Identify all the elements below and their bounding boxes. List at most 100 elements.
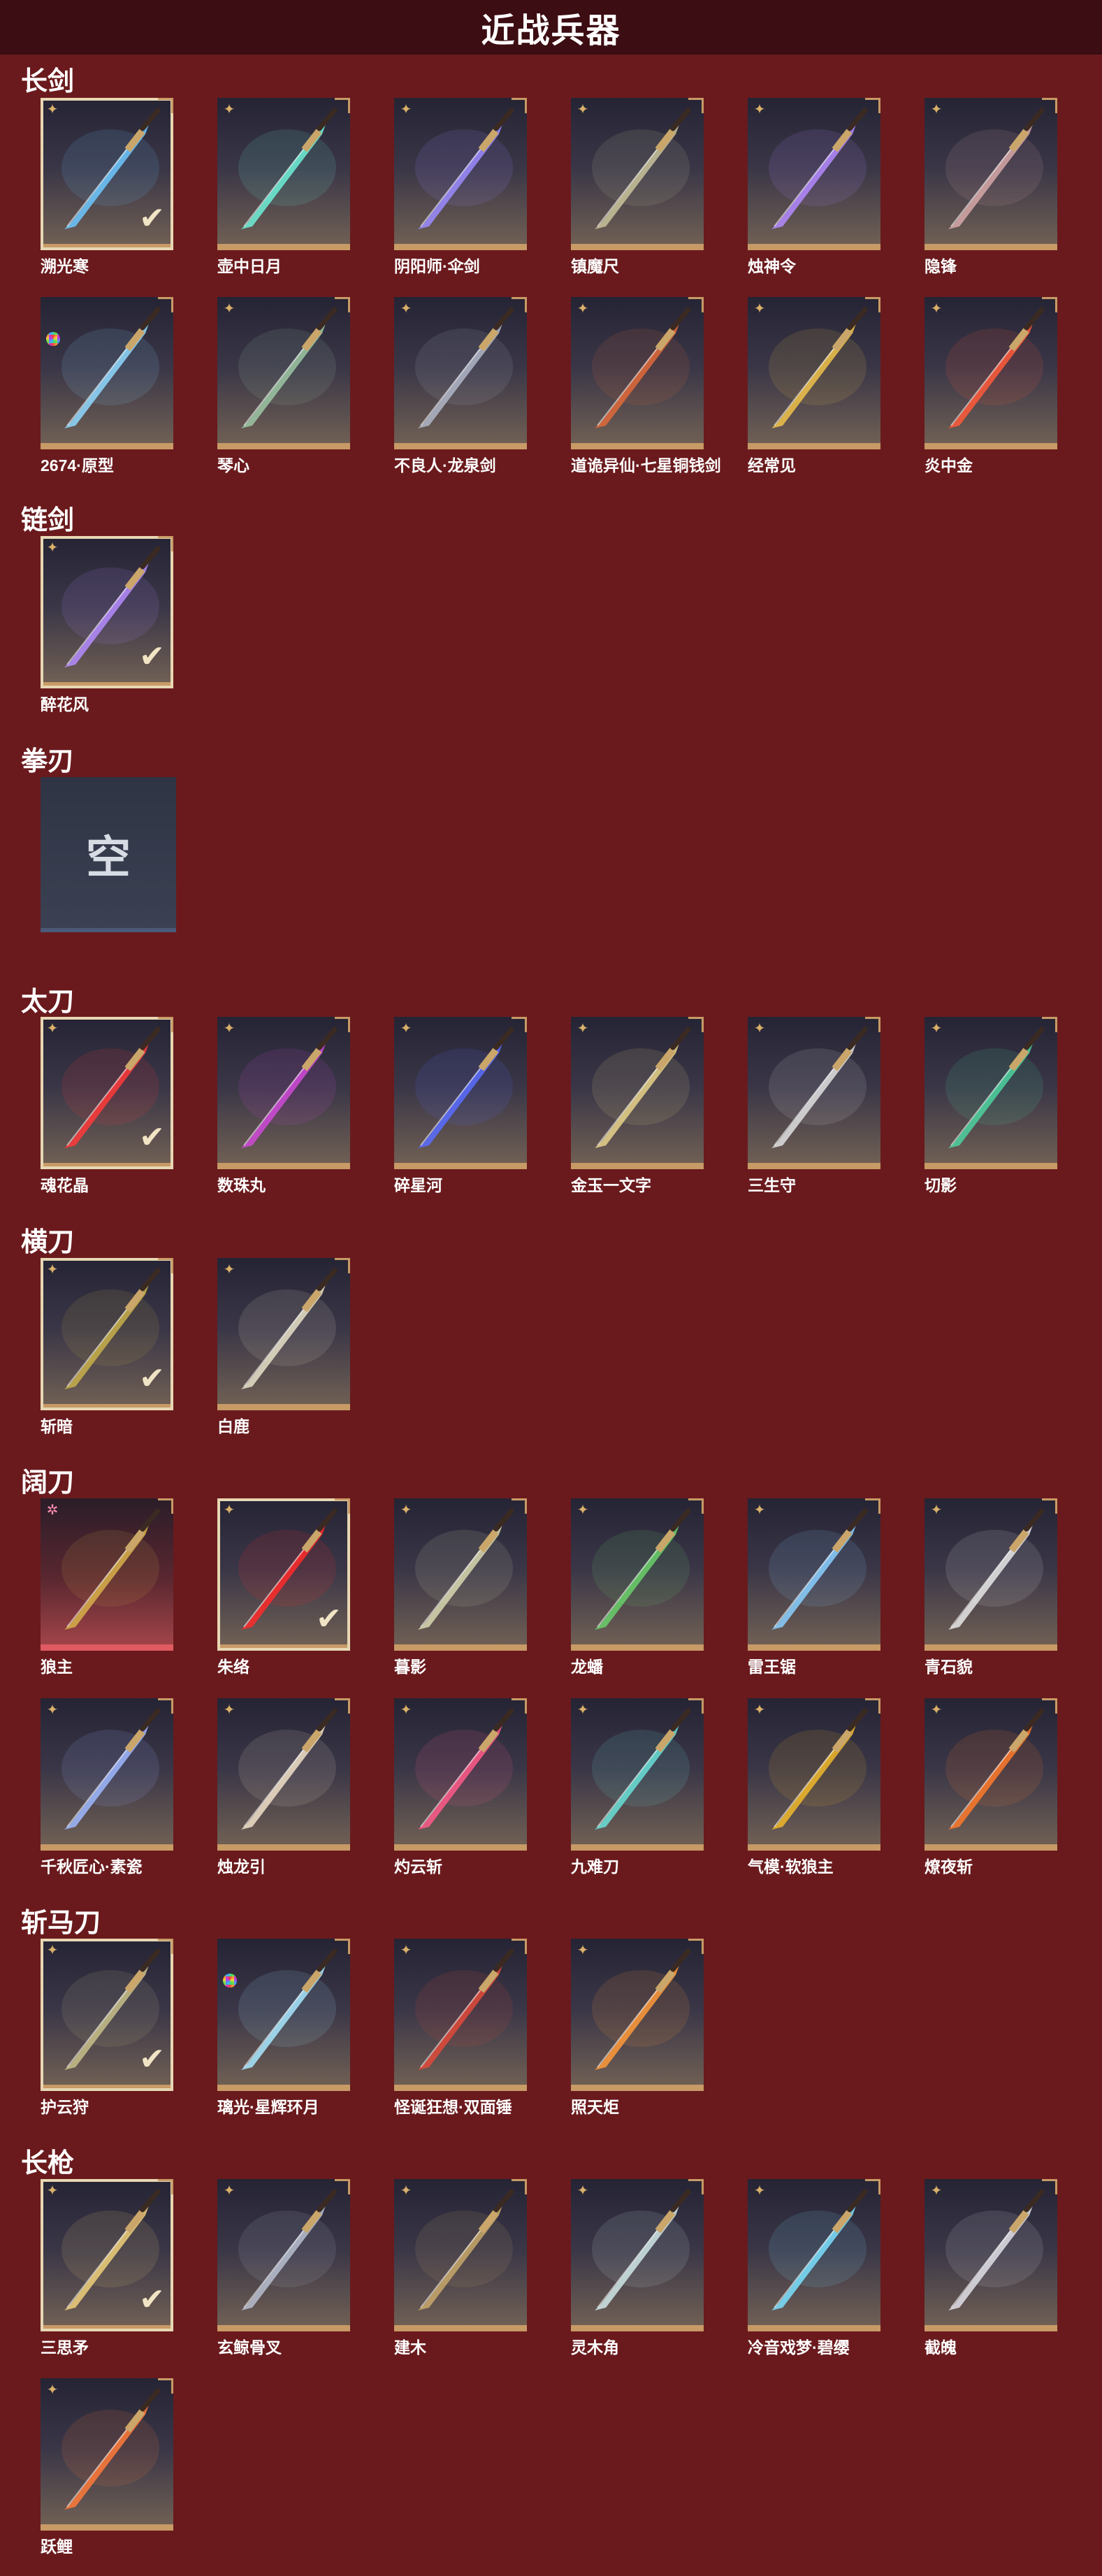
- gold-star-rarity-icon: ✦: [400, 1503, 412, 1518]
- weapon-card[interactable]: ✦ 不良人·龙泉剑: [394, 297, 527, 476]
- weapon-image: [238, 108, 338, 229]
- corner-mark-icon: [158, 1939, 173, 1954]
- equipped-check-icon: ✔: [139, 201, 165, 236]
- corner-mark-icon: [688, 1498, 704, 1514]
- gold-star-rarity-icon: ✦: [46, 540, 59, 556]
- weapon-card[interactable]: ✦ 道诡异仙·七星铜钱剑: [571, 297, 721, 476]
- gold-star-rarity-icon: ✦: [400, 301, 412, 317]
- weapon-thumbnail: ✦: [748, 2179, 880, 2331]
- weapon-card[interactable]: ✦ 龙蟠: [571, 1498, 704, 1677]
- weapon-card[interactable]: ✦ ✔ 朱络: [217, 1498, 350, 1677]
- weapon-name: 2674·原型: [41, 456, 114, 475]
- weapon-card[interactable]: ✦ 照天炬: [571, 1939, 704, 2118]
- weapon-thumbnail: ✦ ✔: [41, 536, 173, 688]
- weapon-card[interactable]: ✦ ✔ 醉花风: [41, 536, 173, 715]
- weapon-card[interactable]: ✦ 烛神令: [748, 98, 880, 277]
- weapon-card[interactable]: ✦ 玄鲸骨叉: [217, 2179, 350, 2358]
- weapon-card[interactable]: ✦ ✔ 魂花晶: [41, 1017, 173, 1196]
- weapon-image: [945, 1708, 1045, 1830]
- weapon-card[interactable]: ✦ 切影: [925, 1017, 1057, 1196]
- weapon-name: 护云狩: [41, 2098, 89, 2116]
- weapon-card[interactable]: ✦ 炎中金: [925, 297, 1057, 476]
- weapon-name: 镇魔尺: [571, 257, 619, 275]
- gold-star-rarity-icon: ✦: [753, 2183, 766, 2199]
- weapon-image: [61, 2388, 161, 2510]
- weapon-card[interactable]: ✦ 三生守: [748, 1017, 880, 1196]
- weapon-name: 雷王锯: [748, 1658, 796, 1676]
- weapon-thumbnail: ✦: [394, 2179, 527, 2331]
- weapon-card[interactable]: ✦ 灵木角: [571, 2179, 704, 2358]
- weapon-card[interactable]: ✦ 数珠丸: [217, 1017, 350, 1196]
- section-title-long-sword: 长剑: [21, 67, 75, 96]
- corner-mark-icon: [512, 2179, 527, 2194]
- gold-star-rarity-icon: ✦: [223, 1262, 235, 1278]
- weapon-card[interactable]: ✦ 雷王锯: [748, 1498, 880, 1677]
- weapon-card[interactable]: ✦ 烛龙引: [217, 1698, 350, 1877]
- equipped-check-icon: ✔: [316, 1602, 342, 1636]
- weapon-name: 金玉一文字: [571, 1176, 651, 1194]
- gold-star-rarity-icon: ✦: [930, 301, 943, 317]
- weapon-thumbnail: ✦: [748, 1017, 880, 1169]
- corner-mark-icon: [865, 1698, 880, 1714]
- weapon-name: 青石貌: [925, 1658, 973, 1676]
- weapon-card[interactable]: ✦ ✔ 溯光寒: [41, 98, 173, 277]
- weapon-card[interactable]: ✦ 金玉一文字: [571, 1017, 704, 1196]
- weapon-card[interactable]: ✦ 青石貌: [925, 1498, 1057, 1677]
- weapon-card[interactable]: ✦ 冷音戏梦·碧缨: [748, 2179, 880, 2358]
- weapon-card[interactable]: ✦ 隐锋: [925, 98, 1057, 277]
- weapon-thumbnail: ✦: [748, 1498, 880, 1651]
- weapon-image: [945, 108, 1045, 229]
- gold-star-rarity-icon: ✦: [400, 2183, 412, 2199]
- weapon-card[interactable]: ✦ 截魄: [925, 2179, 1057, 2358]
- weapon-card[interactable]: ✦ 气模·软狼主: [748, 1698, 880, 1877]
- weapon-card[interactable]: ✦ 跃鲤: [41, 2378, 173, 2557]
- weapon-card[interactable]: ✦ 经常见: [748, 297, 880, 476]
- corner-mark-icon: [158, 2378, 173, 2394]
- weapon-name: 灵木角: [571, 2338, 619, 2357]
- weapon-image: [415, 2189, 514, 2310]
- weapon-image: [945, 1508, 1045, 1630]
- weapon-card[interactable]: ✦ 灼云斩: [394, 1698, 527, 1877]
- gold-star-rarity-icon: ✦: [400, 1943, 412, 1958]
- weapon-card[interactable]: ✦ 壶中日月: [217, 98, 350, 277]
- weapon-card[interactable]: ✦ 阴阳师·伞剑: [394, 98, 527, 277]
- weapon-card[interactable]: ✦ ✔ 护云狩: [41, 1939, 173, 2118]
- corner-mark-icon: [1042, 2179, 1057, 2194]
- weapon-image: [769, 1508, 868, 1630]
- weapon-card[interactable]: ✦ 白鹿: [217, 1258, 350, 1437]
- weapon-name: 燎夜斩: [925, 1858, 973, 1876]
- weapon-name: 怪诞狂想·双面锤: [394, 2098, 512, 2116]
- weapon-card[interactable]: ✦ ✔ 斩暗: [41, 1258, 173, 1437]
- weapon-thumbnail: ✦: [217, 1698, 350, 1851]
- weapon-image: [415, 1948, 514, 2070]
- corner-mark-icon: [688, 2179, 704, 2194]
- corner-mark-icon: [865, 2179, 880, 2194]
- weapon-name: 暮影: [394, 1658, 426, 1676]
- weapon-name: 冷音戏梦·碧缨: [748, 2338, 850, 2357]
- weapon-image: [592, 2189, 691, 2310]
- gold-star-rarity-icon: ✦: [577, 301, 589, 317]
- weapon-card[interactable]: 2674·原型: [41, 297, 173, 476]
- empty-slot-text: 空: [86, 832, 131, 883]
- empty-weapon-slot[interactable]: 空: [41, 777, 176, 932]
- gold-star-rarity-icon: ✦: [46, 2183, 59, 2199]
- weapon-card[interactable]: 璃光·星辉环月: [217, 1939, 350, 2118]
- weapon-card[interactable]: ✦ 千秋匠心·素瓷: [41, 1698, 173, 1877]
- weapon-name: 阴阳师·伞剑: [394, 257, 480, 275]
- weapon-card[interactable]: ✦ 怪诞狂想·双面锤: [394, 1939, 527, 2118]
- weapon-thumbnail: ✦: [748, 297, 880, 449]
- weapon-card[interactable]: ✦ 碎星河: [394, 1017, 527, 1196]
- weapon-name: 璃光·星辉环月: [217, 2098, 319, 2116]
- weapon-card[interactable]: ✲ 狼主: [41, 1498, 173, 1677]
- weapon-card[interactable]: ✦ 琴心: [217, 297, 350, 476]
- weapon-name: 跃鲤: [41, 2538, 73, 2556]
- weapon-card[interactable]: ✦ 燎夜斩: [925, 1698, 1057, 1877]
- gold-star-rarity-icon: ✦: [577, 1702, 589, 1718]
- gold-star-rarity-icon: ✦: [753, 1702, 766, 1718]
- weapon-card[interactable]: ✦ 建木: [394, 2179, 527, 2358]
- weapon-card[interactable]: ✦ 暮影: [394, 1498, 527, 1677]
- corner-mark-icon: [158, 1017, 173, 1032]
- weapon-card[interactable]: ✦ ✔ 三思矛: [41, 2179, 173, 2358]
- weapon-card[interactable]: ✦ 镇魔尺: [571, 98, 704, 277]
- weapon-card[interactable]: ✦ 九难刀: [571, 1698, 704, 1877]
